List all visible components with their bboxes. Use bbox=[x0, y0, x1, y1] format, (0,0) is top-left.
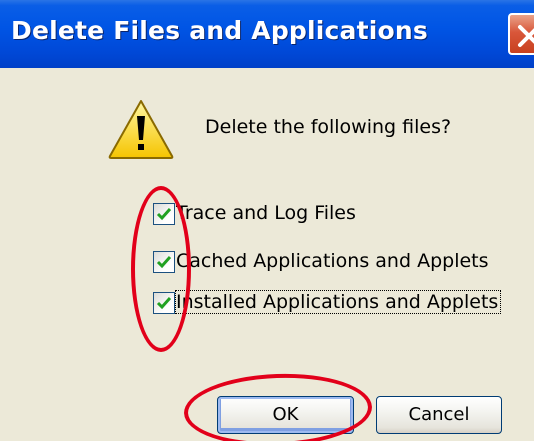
checkmark-icon bbox=[156, 208, 172, 221]
checkmark-icon bbox=[156, 256, 172, 269]
window-title: Delete Files and Applications bbox=[11, 16, 429, 45]
close-button[interactable] bbox=[508, 13, 534, 55]
checkbox-installed-applications[interactable] bbox=[153, 292, 175, 314]
close-icon bbox=[518, 25, 534, 47]
warning-icon bbox=[108, 100, 174, 159]
prompt-text: Delete the following files? bbox=[205, 116, 452, 138]
ok-button[interactable]: OK bbox=[217, 396, 354, 434]
option-label: Cached Applications and Applets bbox=[176, 250, 489, 272]
checkbox-cached-applications[interactable] bbox=[153, 251, 175, 273]
option-label: Installed Applications and Applets bbox=[174, 290, 502, 314]
title-bar[interactable]: Delete Files and Applications bbox=[0, 0, 534, 68]
checkbox-trace-log-files[interactable] bbox=[153, 203, 175, 225]
option-label: Trace and Log Files bbox=[176, 202, 356, 224]
delete-files-dialog: Delete Files and Applications Delete the… bbox=[0, 0, 534, 441]
checkmark-icon bbox=[156, 297, 172, 310]
cancel-button[interactable]: Cancel bbox=[376, 396, 502, 434]
